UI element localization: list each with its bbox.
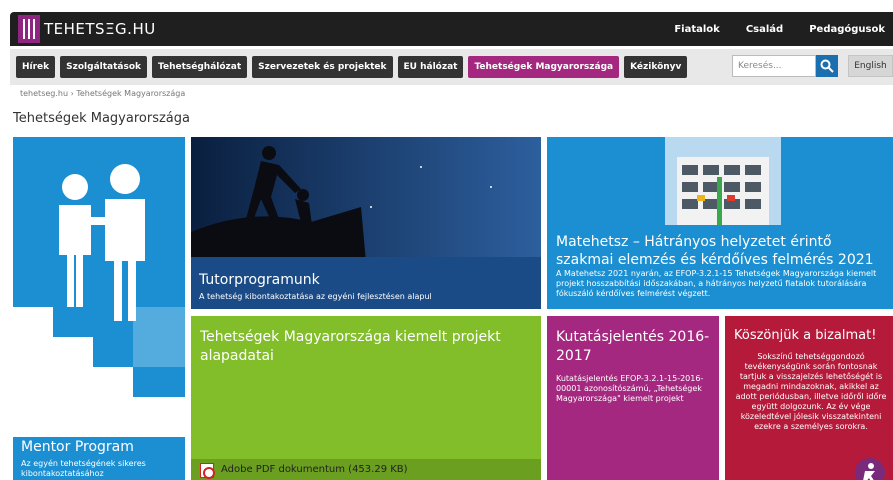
pdf-download-link[interactable]: Adobe PDF dokumentum (453.29 KB): [221, 464, 408, 475]
top-link-csalad[interactable]: Család: [746, 24, 783, 35]
nav-item-tehetseghalozat[interactable]: Tehetséghálózat: [152, 56, 248, 78]
project-data-tile[interactable]: Tehetségek Magyarországa kiemelt projekt…: [191, 316, 541, 480]
thanks-tile[interactable]: Köszönjük a bizalmat! Sokszínű tehetségg…: [725, 316, 893, 480]
pdf-icon: [200, 463, 215, 479]
top-bar: TEHETSΞG.HU Fiatalok Család Pedagógusok: [10, 12, 893, 46]
main-nav: Hírek Szolgáltatások Tehetséghálózat Sze…: [10, 49, 893, 85]
nav-item-eu-halozat[interactable]: EU hálózat: [397, 56, 464, 78]
accessibility-icon[interactable]: [855, 458, 885, 480]
search-input[interactable]: Keresés...: [732, 55, 816, 77]
nav-item-szervezetek[interactable]: Szervezetek és projektek: [252, 56, 393, 78]
logo-mark-icon: [18, 15, 40, 43]
nav-item-hirek[interactable]: Hírek: [16, 56, 56, 78]
mentor-title: Mentor Program: [21, 439, 134, 455]
report-title: Kutatásjelentés 2016-2017: [556, 329, 710, 364]
tutor-subtitle: A tehetség kibontakoztatása az egyéni fe…: [199, 292, 432, 301]
project-title: Tehetségek Magyarországa kiemelt projekt…: [200, 329, 501, 364]
research-report-tile[interactable]: Kutatásjelentés 2016-2017 Kutatásjelenté…: [547, 316, 719, 480]
mentor-illustration-icon: [13, 164, 185, 437]
language-button[interactable]: English: [848, 55, 893, 77]
mentor-program-tile[interactable]: Mentor Program Az egyén tehetségének sik…: [13, 137, 185, 480]
matehetsz-title: Matehetsz – Hátrányos helyzetet érintő s…: [556, 234, 874, 268]
logo-text: TEHETSΞG.HU: [44, 20, 156, 38]
page-title: Tehetségek Magyarországa: [13, 111, 190, 126]
tutor-title: Tutorprogramunk: [199, 272, 320, 288]
top-link-pedagogusok[interactable]: Pedagógusok: [809, 24, 885, 35]
nav-item-szolgaltatasok[interactable]: Szolgáltatások: [60, 56, 148, 78]
matehetsz-tile[interactable]: Matehetsz – Hátrányos helyzetet érintő s…: [547, 137, 893, 309]
audience-links: Fiatalok Család Pedagógusok: [648, 12, 885, 46]
search-icon: [820, 59, 834, 73]
building-image: [665, 137, 781, 225]
thanks-title: Köszönjük a bizalmat!: [734, 328, 877, 343]
tutor-program-tile[interactable]: Tutorprogramunk A tehetség kibontakoztat…: [191, 137, 541, 309]
breadcrumb[interactable]: tehetseg.hu › Tehetségek Magyarországa: [20, 89, 185, 98]
thanks-subtitle: Sokszínű tehetséggondozó tevékenységünk …: [735, 352, 887, 431]
site-logo[interactable]: TEHETSΞG.HU: [18, 15, 156, 43]
top-link-fiatalok[interactable]: Fiatalok: [674, 24, 719, 35]
report-subtitle: Kutatásjelentés EFOP-3.2.1-15-2016-00001…: [556, 374, 704, 403]
climbers-image: [191, 137, 541, 262]
nav-item-tehetsegek-magyarorszaga[interactable]: Tehetségek Magyarországa: [468, 56, 620, 78]
nav-item-kezikonyv[interactable]: Kézikönyv: [624, 56, 688, 78]
matehetsz-subtitle: A Matehetsz 2021 nyarán, az EFOP-3.2.1-1…: [556, 269, 877, 298]
mentor-subtitle: Az egyén tehetségének sikeres kibontakoz…: [21, 459, 146, 478]
search-button[interactable]: [816, 55, 838, 77]
